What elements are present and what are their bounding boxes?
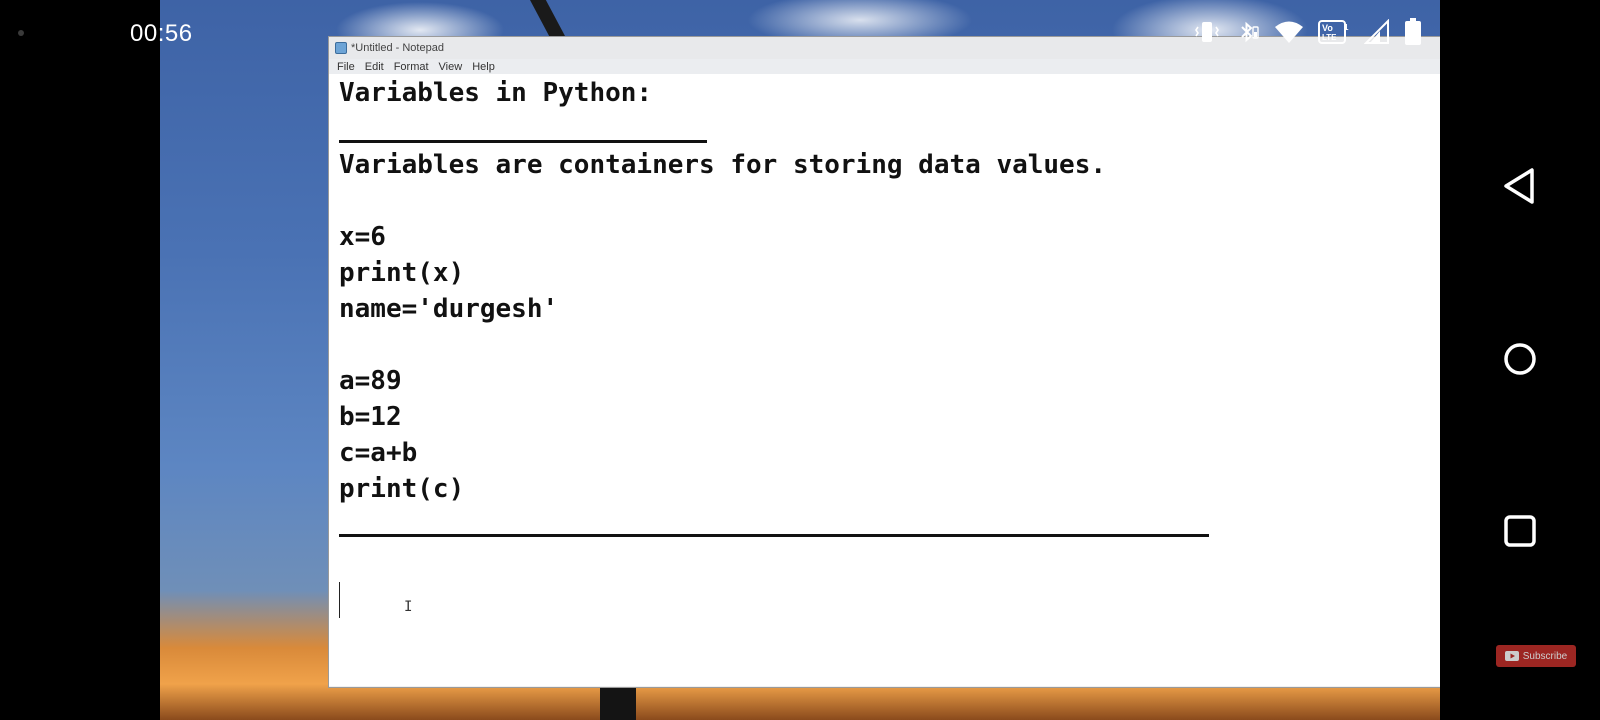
home-icon bbox=[1504, 343, 1536, 375]
text-editor-area[interactable]: Variables in Python: Variables are conta… bbox=[329, 74, 1440, 686]
phone-screen: *Untitled - Notepad – □ ✕ File Edit Form… bbox=[0, 0, 1600, 720]
heading-underline bbox=[339, 140, 707, 143]
signal-icon bbox=[1364, 19, 1390, 45]
notepad-window: *Untitled - Notepad – □ ✕ File Edit Form… bbox=[328, 36, 1440, 688]
vibrate-icon bbox=[1194, 20, 1220, 44]
youtube-icon bbox=[1504, 651, 1519, 661]
wifi-icon bbox=[1274, 20, 1304, 44]
menu-view[interactable]: View bbox=[439, 61, 463, 73]
notepad-icon bbox=[335, 42, 347, 54]
bluetooth-icon bbox=[1234, 19, 1260, 45]
camera-dot bbox=[18, 30, 24, 36]
code-line: x=6 bbox=[339, 222, 386, 252]
code-line: name='durgesh' bbox=[339, 294, 559, 324]
separator-line bbox=[339, 534, 1209, 537]
svg-text:1: 1 bbox=[1344, 23, 1349, 32]
code-line: a=89 bbox=[339, 366, 402, 396]
menu-help[interactable]: Help bbox=[472, 61, 495, 73]
menu-edit[interactable]: Edit bbox=[365, 61, 384, 73]
heading-line: Variables in Python: bbox=[339, 78, 653, 108]
volte-icon: Vo LTE 1 bbox=[1318, 18, 1350, 46]
menu-format[interactable]: Format bbox=[394, 61, 429, 73]
code-line: print(c) bbox=[339, 474, 465, 504]
subscribe-button[interactable]: Subscribe bbox=[1496, 645, 1576, 667]
screen-recording-desktop: *Untitled - Notepad – □ ✕ File Edit Form… bbox=[160, 0, 1440, 720]
menu-file[interactable]: File bbox=[337, 61, 355, 73]
status-icons: Vo LTE 1 bbox=[1194, 18, 1422, 46]
text-caret bbox=[339, 582, 340, 618]
svg-text:Vo: Vo bbox=[1322, 23, 1333, 33]
svg-text:LTE: LTE bbox=[1322, 33, 1337, 42]
back-icon bbox=[1504, 168, 1534, 204]
code-line: print(x) bbox=[339, 258, 465, 288]
window-title: *Untitled - Notepad bbox=[351, 42, 444, 54]
definition-line: Variables are containers for storing dat… bbox=[339, 150, 1107, 180]
navigation-bar bbox=[1440, 0, 1600, 720]
menu-bar: File Edit Format View Help bbox=[329, 59, 1440, 74]
status-time: 00:56 bbox=[130, 20, 193, 47]
ibeam-cursor-icon: I bbox=[404, 599, 413, 615]
recents-icon bbox=[1504, 515, 1536, 547]
battery-icon bbox=[1404, 18, 1422, 46]
home-button[interactable] bbox=[1498, 337, 1542, 381]
subscribe-label: Subscribe bbox=[1522, 650, 1568, 662]
back-button[interactable] bbox=[1498, 164, 1542, 208]
code-line: b=12 bbox=[339, 402, 402, 432]
code-line: c=a+b bbox=[339, 438, 418, 468]
recents-button[interactable] bbox=[1498, 509, 1542, 553]
